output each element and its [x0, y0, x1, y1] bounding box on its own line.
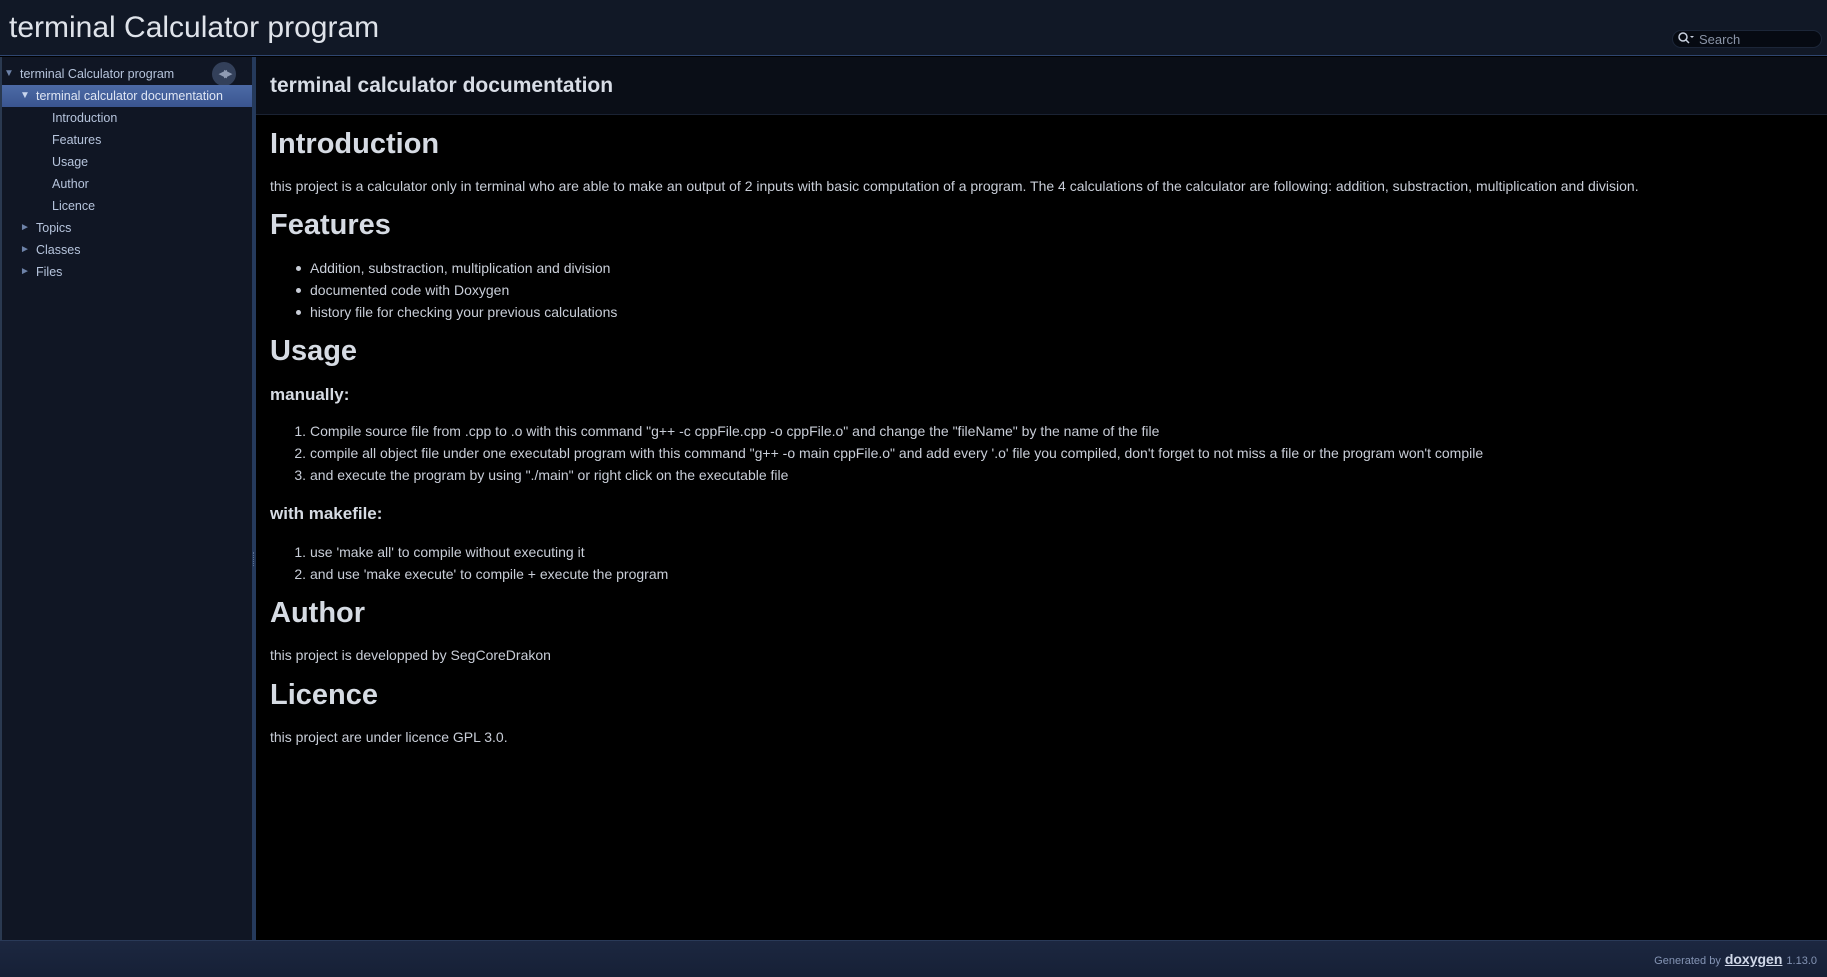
doc-content: terminal calculator documentation Introd…	[256, 57, 1827, 940]
heading-features: Features	[270, 209, 391, 241]
nav-item-label[interactable]: Licence	[52, 195, 95, 217]
nav-item-files[interactable]: ► Files	[2, 261, 252, 283]
author-text: this project is developped by SegCoreDra…	[270, 647, 551, 663]
list-item: 2. and use 'make execute' to compile + e…	[294, 566, 669, 582]
nav-item-introduction[interactable]: Introduction	[2, 107, 252, 129]
footer-bar: Generated by doxygen 1.13.0	[0, 940, 1827, 977]
sync-toggle-button[interactable]: ◀▶	[212, 62, 236, 86]
generated-by-text: Generated by	[1654, 955, 1721, 967]
nav-item-licence[interactable]: Licence	[2, 195, 252, 217]
expand-arrow-icon[interactable]: ▼	[20, 85, 30, 107]
heading-licence: Licence	[270, 679, 378, 711]
list-number: 1.	[294, 544, 306, 560]
nav-item-label[interactable]: Features	[52, 129, 101, 151]
nav-item-label[interactable]: Topics	[36, 217, 71, 239]
side-nav-tree: ▼ terminal Calculator program ◀▶ ▼ termi…	[0, 57, 252, 940]
list-item: 2. compile all object file under one exe…	[294, 445, 1484, 461]
introduction-text: this project is a calculator only in ter…	[270, 178, 1639, 194]
heading-manually: manually:	[270, 385, 350, 404]
nav-item-label[interactable]: Classes	[36, 239, 80, 261]
list-item-text: use 'make all' to compile without execut…	[310, 544, 585, 560]
nav-item-features[interactable]: Features	[2, 129, 252, 151]
list-item-text: and execute the program by using "./main…	[310, 467, 789, 483]
version-text: 1.13.0	[1786, 955, 1817, 967]
page-header: terminal calculator documentation	[256, 57, 1827, 115]
list-item-text: Compile source file from .cpp to .o with…	[310, 423, 1160, 439]
search-input[interactable]	[1699, 31, 1809, 47]
licence-text: this project are under licence GPL 3.0.	[270, 729, 508, 745]
expand-arrow-icon[interactable]: ►	[20, 261, 30, 283]
expand-arrow-icon[interactable]: ►	[20, 239, 30, 261]
nav-item-usage[interactable]: Usage	[2, 151, 252, 173]
list-item: 3. and execute the program by using "./m…	[294, 467, 789, 483]
list-item: 1. Compile source file from .cpp to .o w…	[294, 423, 1160, 439]
list-number: 3.	[294, 467, 306, 483]
nav-item-author[interactable]: Author	[2, 173, 252, 195]
list-item-text: history file for checking your previous …	[310, 304, 618, 320]
heading-usage: Usage	[270, 335, 358, 367]
sync-arrows-icon: ◀▶	[218, 68, 233, 80]
list-number: 2.	[294, 445, 306, 461]
search-icon[interactable]	[1677, 31, 1699, 47]
expand-arrow-icon[interactable]: ▼	[4, 63, 14, 85]
search-box[interactable]	[1672, 30, 1822, 48]
nav-item-topics[interactable]: ► Topics	[2, 217, 252, 239]
nav-item-label[interactable]: terminal Calculator program	[20, 63, 174, 85]
list-item-text: Addition, substraction, multiplication a…	[310, 260, 611, 276]
nav-item-documentation[interactable]: ▼ terminal calculator documentation	[2, 85, 252, 107]
expand-arrow-icon[interactable]: ►	[20, 217, 30, 239]
list-item: 1. use 'make all' to compile without exe…	[294, 544, 585, 560]
page-title: terminal calculator documentation	[270, 74, 614, 97]
heading-with-makefile: with makefile:	[270, 504, 383, 523]
list-item-text: documented code with Doxygen	[310, 282, 510, 298]
bullet-icon	[296, 288, 301, 293]
bullet-icon	[296, 310, 301, 315]
list-item-text: compile all object file under one execut…	[310, 445, 1484, 461]
title-area: terminal Calculator program	[0, 0, 1827, 56]
nav-item-label[interactable]: Usage	[52, 151, 88, 173]
heading-introduction: Introduction	[270, 128, 440, 160]
list-item: documented code with Doxygen	[296, 282, 510, 298]
nav-item-label[interactable]: terminal calculator documentation	[36, 85, 223, 107]
list-item-text: and use 'make execute' to compile + exec…	[310, 566, 669, 582]
nav-item-label[interactable]: Author	[52, 173, 89, 195]
project-name: terminal Calculator program	[9, 11, 380, 44]
doxygen-logo-link[interactable]: doxygen	[1725, 951, 1783, 967]
nav-item-label[interactable]: Files	[36, 261, 62, 283]
list-number: 2.	[294, 566, 306, 582]
list-number: 1.	[294, 423, 306, 439]
footer-credit: Generated by doxygen 1.13.0	[1654, 951, 1817, 967]
nav-item-label[interactable]: Introduction	[52, 107, 117, 129]
bullet-icon	[296, 266, 301, 271]
nav-item-classes[interactable]: ► Classes	[2, 239, 252, 261]
heading-author: Author	[270, 597, 366, 629]
list-item: history file for checking your previous …	[296, 304, 618, 320]
list-item: Addition, substraction, multiplication a…	[296, 260, 611, 276]
